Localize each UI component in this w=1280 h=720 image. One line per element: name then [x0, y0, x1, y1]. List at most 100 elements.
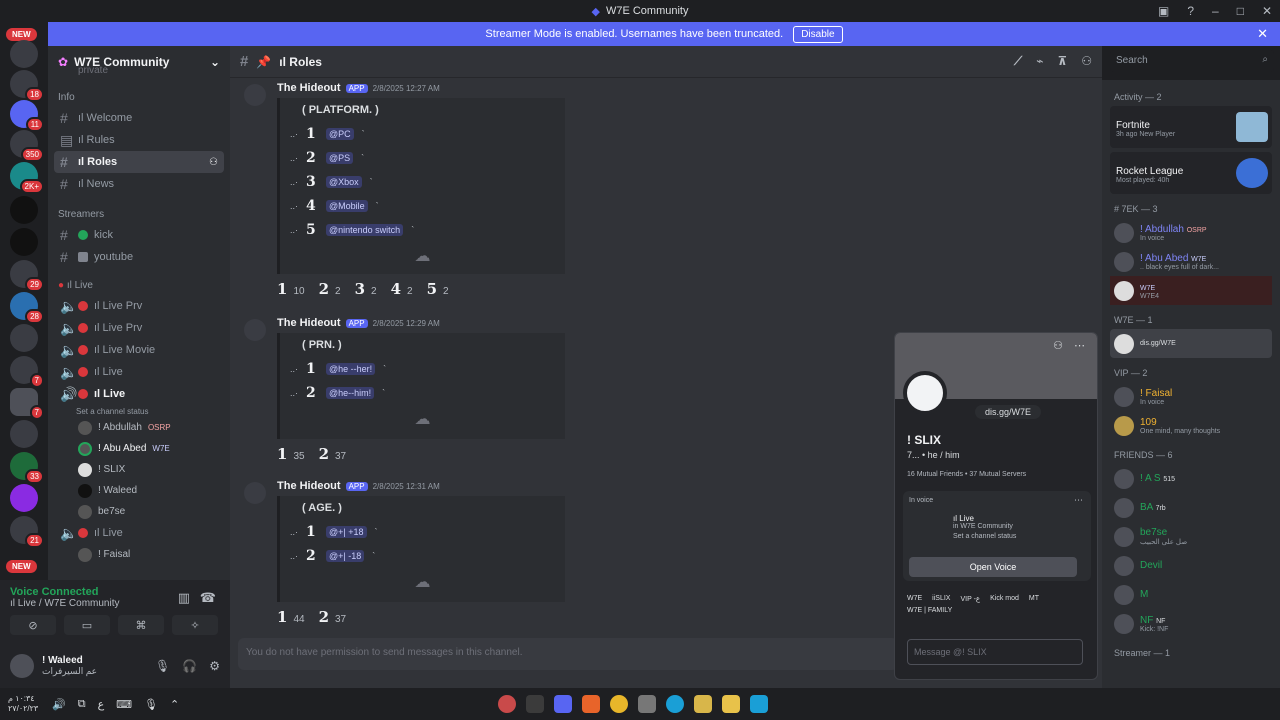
activity-button[interactable]: ⌘	[118, 615, 164, 635]
disable-button[interactable]: Disable	[793, 25, 843, 43]
reaction[interactable]: 2 37	[319, 445, 347, 463]
member[interactable]: NF NF Kick: !NF	[1110, 609, 1272, 638]
search-input[interactable]: Search ⌕	[1110, 50, 1274, 72]
member[interactable]: Devil	[1110, 551, 1272, 580]
role-mention[interactable]: @he--him!	[326, 387, 375, 399]
server-icon[interactable]	[10, 324, 38, 352]
add-friend-icon[interactable]: ⚇	[1053, 339, 1063, 352]
help-icon[interactable]: ?	[1187, 4, 1194, 18]
channel-kick[interactable]: # kick	[54, 224, 224, 246]
disconnect-icon[interactable]: ☎	[200, 590, 216, 606]
role-mention[interactable]: @Xbox	[326, 176, 362, 188]
member[interactable]: M	[1110, 580, 1272, 609]
member[interactable]: W7E W7E4	[1110, 276, 1272, 305]
member[interactable]: BA 7rb	[1110, 493, 1272, 522]
server-icon[interactable]: 11	[10, 100, 44, 132]
server-icon[interactable]: 350	[10, 130, 44, 162]
reaction[interactable]: 2 37	[319, 608, 347, 626]
member[interactable]: ! A S 515	[1110, 464, 1272, 493]
channel-news[interactable]: # ıl News	[54, 173, 224, 195]
volume-icon[interactable]: 🔊	[52, 698, 66, 711]
avatar[interactable]	[10, 654, 34, 678]
keyboard-icon[interactable]: ⌨	[116, 698, 132, 711]
voice-user[interactable]: be7se	[48, 501, 230, 522]
voice-signal-icon[interactable]: ▥	[178, 590, 190, 606]
status-hint[interactable]: Set a channel status	[953, 533, 1085, 540]
role-mention[interactable]: @Mobile	[326, 200, 368, 212]
store-icon[interactable]	[638, 695, 656, 713]
minimize-button[interactable]: –	[1212, 4, 1219, 18]
channel-youtube[interactable]: # youtube	[54, 246, 224, 268]
channel-welcome[interactable]: # ıl Welcome	[54, 107, 224, 129]
role-mention[interactable]: @+| -18	[326, 550, 365, 562]
voice-channel[interactable]: 🔈 ıl Live	[54, 522, 224, 544]
voice-channel[interactable]: 🔈 ıl Live Movie	[54, 339, 224, 361]
message-input[interactable]: Message @! SLIX	[907, 639, 1083, 665]
member[interactable]: ! Abu Abed W7E.. black eyes full of dark…	[1110, 247, 1272, 276]
role-mention[interactable]: @PC	[326, 128, 354, 140]
reaction[interactable]: 22	[319, 280, 341, 298]
discord-app-icon[interactable]	[554, 695, 572, 713]
chrome-icon[interactable]	[610, 695, 628, 713]
brave-icon[interactable]	[582, 695, 600, 713]
message-author[interactable]: The Hideout	[277, 480, 341, 492]
server-icon[interactable]: 7	[10, 356, 44, 388]
server-icon[interactable]: 33	[10, 452, 44, 484]
role-mention[interactable]: @nintendo switch	[326, 224, 404, 236]
server-icon[interactable]: 18	[10, 70, 44, 102]
close-window-button[interactable]: ✕	[1262, 4, 1272, 18]
channel-status-hint[interactable]: Set a channel status	[48, 405, 230, 417]
member[interactable]: be7se صل على الحبيب	[1110, 522, 1272, 551]
screen-share-button[interactable]: ▭	[64, 615, 110, 635]
microphone-icon[interactable]: 🎙	[155, 659, 170, 673]
member-list-icon[interactable]: ⚇	[1081, 54, 1092, 69]
role-mention[interactable]: @he --her!	[326, 363, 376, 375]
voice-user[interactable]: ! Waleed	[48, 480, 230, 501]
voice-user[interactable]: ! SLIX	[48, 459, 230, 480]
channel-roles[interactable]: # ıl Roles ⚇	[54, 151, 224, 173]
app-icon[interactable]	[526, 695, 544, 713]
clock[interactable]: ١٠:٣٤ م ٢٧/٠٢/٢٣	[8, 694, 38, 714]
message-author[interactable]: The Hideout	[277, 317, 341, 329]
voice-channel[interactable]: 🔈 ıl Live Prv	[54, 295, 224, 317]
server-icon[interactable]	[10, 420, 38, 448]
activity-card[interactable]: Rocket League Most played: 40h	[1110, 152, 1272, 194]
close-icon[interactable]: ✕	[1257, 26, 1268, 42]
member[interactable]: ! Faisal In voice	[1110, 382, 1272, 411]
reaction[interactable]: 1 10	[277, 280, 305, 298]
windows-icon[interactable]	[750, 695, 768, 713]
avatar[interactable]	[244, 319, 266, 341]
open-voice-button[interactable]: Open Voice	[909, 557, 1077, 577]
app-icon[interactable]	[498, 695, 516, 713]
reaction[interactable]: 32	[355, 280, 377, 298]
folder-icon[interactable]	[722, 695, 740, 713]
category-live[interactable]: ● ıl Live	[48, 274, 230, 295]
server-icon[interactable]: 21	[10, 516, 44, 548]
category-streamers[interactable]: Streamers	[48, 203, 230, 224]
voice-user[interactable]: ! Abu Abed W7E	[48, 438, 230, 459]
voice-user[interactable]: ! Faisal	[48, 544, 230, 565]
server-icon[interactable]	[10, 196, 38, 224]
voice-channel[interactable]: 🔈 ıl Live Prv	[54, 317, 224, 339]
server-icon[interactable]: 2K+	[10, 162, 44, 194]
inbox-icon[interactable]: ▣	[1158, 4, 1169, 18]
member[interactable]: ! Abdullah OSRP In voice	[1110, 218, 1272, 247]
role-mention[interactable]: @+| +18	[326, 526, 367, 538]
language-icon[interactable]: ع	[98, 698, 105, 711]
reaction[interactable]: 1 35	[277, 445, 305, 463]
channel-rules[interactable]: ▤ ıl Rules	[54, 129, 224, 151]
app-icon[interactable]	[694, 695, 712, 713]
guild-header[interactable]: ✿ W7E Community ⌄	[48, 46, 230, 78]
voice-channel[interactable]: 🔈 ıl Live	[54, 361, 224, 383]
avatar[interactable]	[903, 371, 947, 415]
soundboard-button[interactable]: ✧	[172, 615, 218, 635]
message-author[interactable]: The Hideout	[277, 82, 341, 94]
camera-off-button[interactable]: ⊘	[10, 615, 56, 635]
add-member-icon[interactable]: ⚇	[209, 157, 218, 168]
network-icon[interactable]: ⧉	[78, 698, 86, 711]
notifications-icon[interactable]: ⌁	[1036, 54, 1043, 69]
headphones-icon[interactable]: 🎧	[182, 659, 197, 673]
category-info[interactable]: Info	[48, 86, 230, 107]
server-icon[interactable]: 7	[10, 388, 44, 420]
edge-icon[interactable]	[666, 695, 684, 713]
